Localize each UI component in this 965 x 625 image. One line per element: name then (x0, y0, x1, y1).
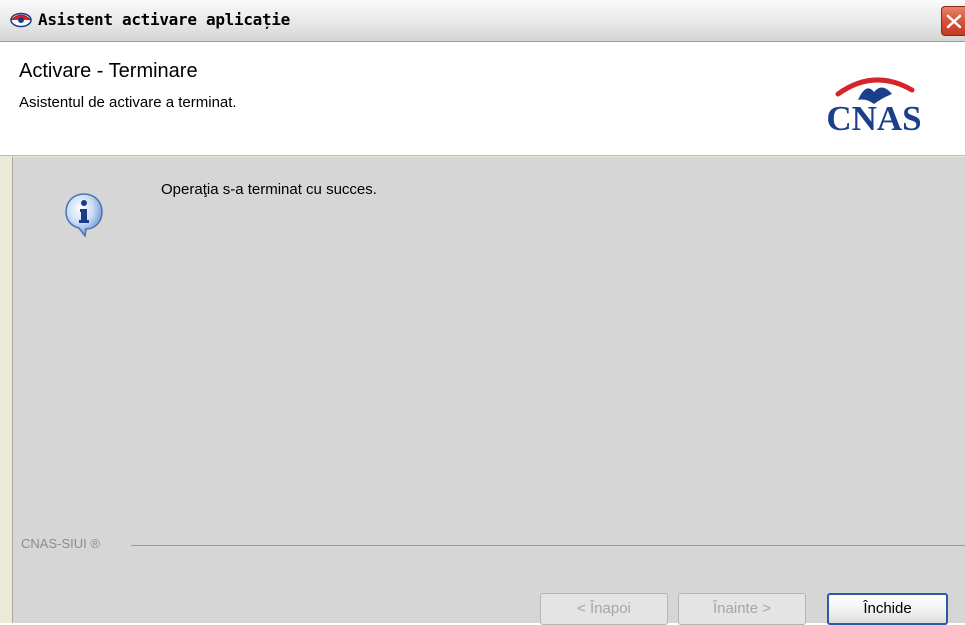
svg-text:CNAS: CNAS (826, 99, 921, 134)
footer-brand: CNAS-SIUI ® (21, 536, 100, 551)
back-button[interactable]: < Înapoi (540, 593, 668, 625)
next-button[interactable]: Înainte > (678, 593, 806, 625)
cnas-logo: CNAS (808, 64, 940, 138)
status-message: Operaţia s-a terminat cu succes. (161, 181, 377, 198)
wizard-window: Asistent activare aplicație Activare - T… (0, 0, 965, 625)
window-title: Asistent activare aplicație (38, 10, 290, 29)
finish-button[interactable]: Închide (827, 593, 948, 625)
wizard-content: Operaţia s-a terminat cu succes. CNAS-SI… (12, 157, 965, 625)
wizard-header: Activare - Terminare Asistentul de activ… (0, 42, 965, 156)
page-subtitle: Asistentul de activare a terminat. (19, 94, 237, 111)
eye-logo-icon (10, 9, 32, 31)
info-icon (64, 192, 104, 238)
page-title: Activare - Terminare (19, 60, 198, 82)
title-bar[interactable]: Asistent activare aplicație (0, 0, 965, 42)
close-window-button[interactable] (941, 6, 965, 36)
footer-divider (131, 545, 965, 546)
